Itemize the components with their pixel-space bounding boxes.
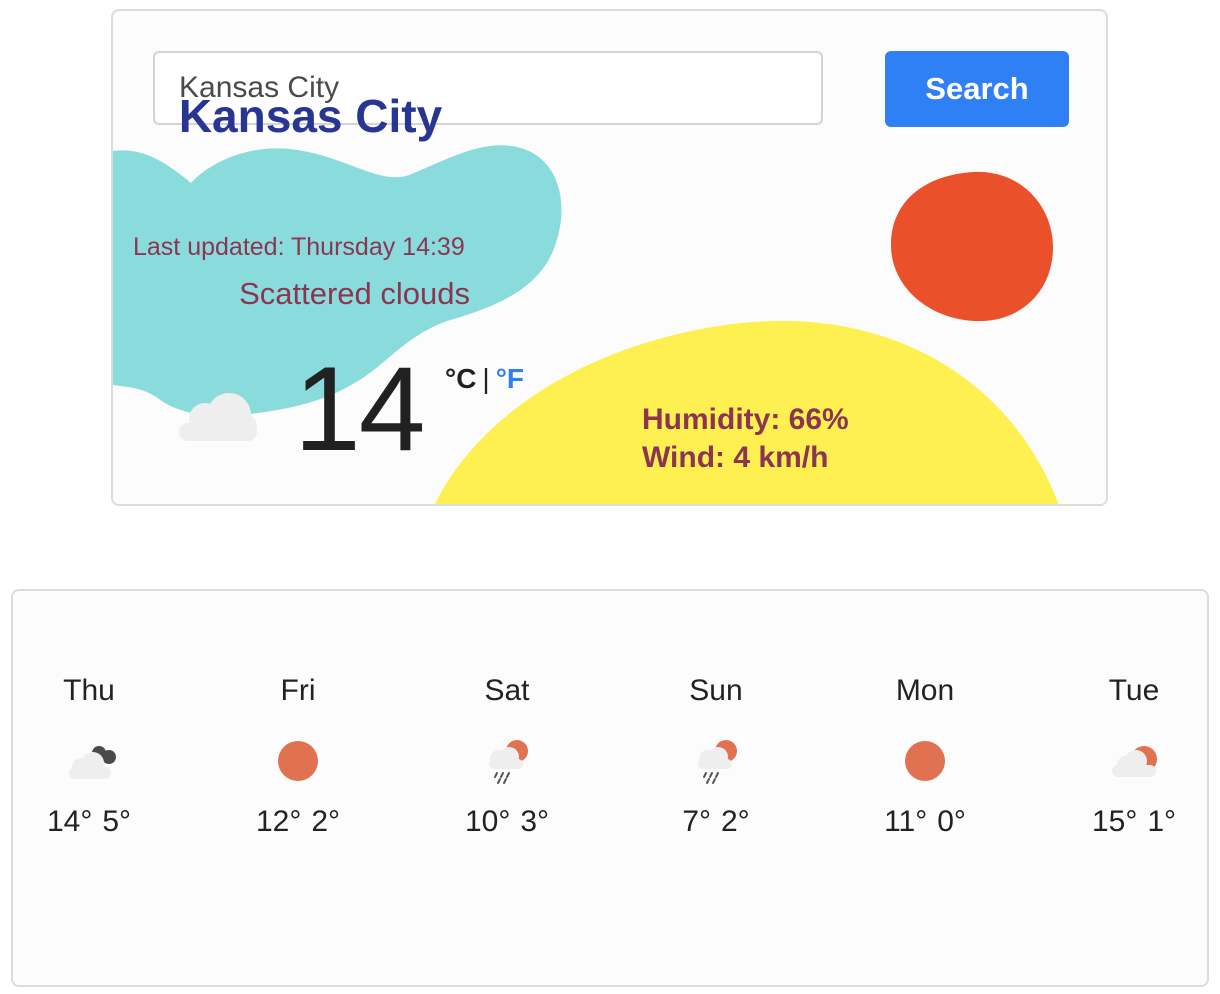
city-name: Kansas City bbox=[178, 90, 443, 142]
wind: Wind: 4 km/h bbox=[642, 441, 829, 474]
day-temps: 14° 5° bbox=[9, 805, 169, 839]
current-weather-card: Search Kansas City Last updated: Thursda… bbox=[111, 9, 1108, 506]
partly-cloudy-icon bbox=[1112, 746, 1157, 777]
search-button[interactable]: Search bbox=[885, 51, 1069, 127]
temp-low: 0° bbox=[937, 805, 966, 838]
humidity: Humidity: 66% bbox=[642, 403, 849, 436]
rain-sun-icon bbox=[489, 740, 528, 784]
day-temps: 10° 3° bbox=[427, 805, 587, 839]
temp-low: 1° bbox=[1147, 805, 1177, 838]
temp-low: 2° bbox=[721, 805, 750, 838]
temp-high: 15° bbox=[1091, 805, 1138, 838]
day-temps: 7° 2° bbox=[636, 805, 796, 839]
temp-low: 5° bbox=[102, 805, 132, 838]
day-temps: 15° 1° bbox=[1054, 805, 1214, 839]
forecast-day: Sun 7° 2° bbox=[636, 671, 796, 839]
sun-icon bbox=[905, 741, 945, 781]
temp-high: 14° bbox=[46, 805, 93, 838]
last-updated: Last updated: Thursday 14:39 bbox=[133, 233, 465, 261]
day-name: Fri bbox=[280, 674, 316, 707]
orange-sun-circle bbox=[891, 171, 1054, 322]
rain-sun-icon bbox=[698, 740, 737, 784]
temp-high: 7° bbox=[682, 805, 711, 838]
fahrenheit-link[interactable]: °F bbox=[496, 363, 524, 394]
temp-low: 3° bbox=[520, 805, 550, 838]
unit-separator: | bbox=[482, 363, 490, 394]
weather-description: Scattered clouds bbox=[239, 276, 470, 311]
day-name: Sat bbox=[484, 674, 530, 707]
temp-high: 12° bbox=[255, 805, 302, 838]
forecast-day: Tue 15° 1° bbox=[1054, 671, 1214, 839]
forecast-card: Thu 14° 5° Fri 12° 2° Sat 10° 3° Sun 7° … bbox=[11, 589, 1209, 987]
day-name: Sun bbox=[689, 674, 743, 707]
forecast-day: Thu 14° 5° bbox=[9, 671, 169, 839]
unit-toggle: °C | °F bbox=[445, 363, 524, 395]
temp-high: 11° bbox=[884, 805, 928, 838]
temp-low: 2° bbox=[311, 805, 341, 838]
day-temps: 11° 0° bbox=[845, 805, 1005, 839]
day-name: Thu bbox=[63, 674, 115, 707]
current-temperature: 14 bbox=[294, 342, 425, 476]
forecast-day: Fri 12° 2° bbox=[218, 671, 378, 839]
celsius-unit: °C bbox=[445, 363, 477, 394]
day-name: Mon bbox=[895, 674, 955, 707]
sun-icon bbox=[278, 741, 318, 781]
day-name: Tue bbox=[1108, 674, 1160, 707]
forecast-day: Sat 10° 3° bbox=[427, 671, 587, 839]
forecast-day: Mon 11° 0° bbox=[845, 671, 1005, 839]
day-temps: 12° 2° bbox=[218, 805, 378, 839]
temp-high: 10° bbox=[464, 805, 511, 838]
cloudy-icon bbox=[69, 746, 116, 779]
